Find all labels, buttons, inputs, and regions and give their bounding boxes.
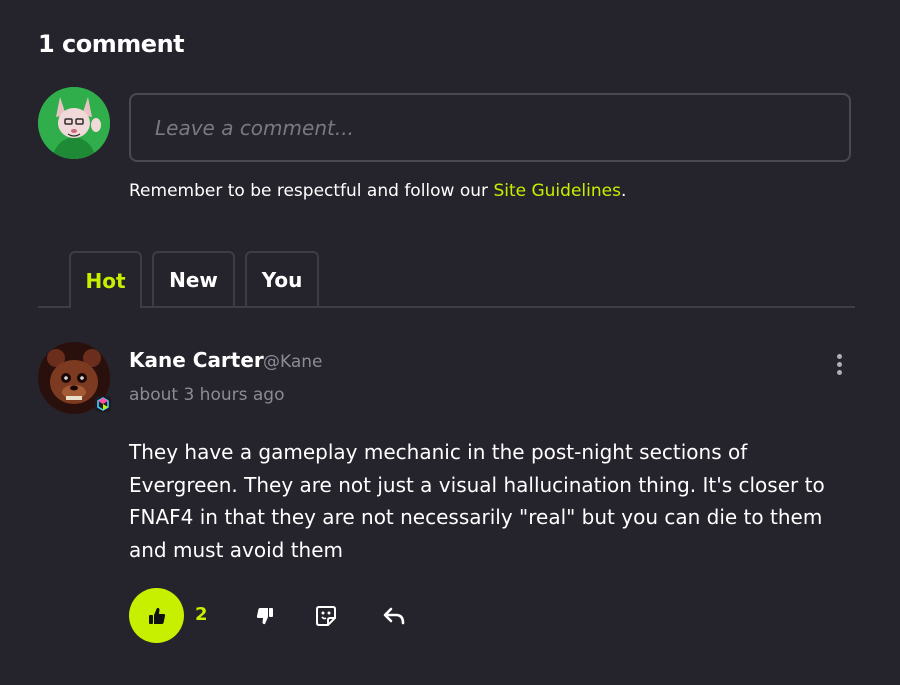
thumbs-up-icon [148,607,165,624]
tab-new[interactable]: New [152,251,235,306]
sort-tabs: Hot New You [38,251,855,308]
like-button[interactable] [129,588,184,643]
dislike-button[interactable] [250,601,280,631]
site-guidelines-link[interactable]: Site Guidelines [493,181,621,201]
sticker-button[interactable] [311,601,341,631]
guideline-prefix: Remember to be respectful and follow our [129,181,494,201]
comment-body: They have a gameplay mechanic in the pos… [129,440,825,562]
comment-timestamp: about 3 hours ago [129,385,285,405]
sticker-icon [316,606,336,626]
reply-button[interactable] [379,601,409,631]
comment-author-name[interactable]: Kane Carter [129,348,264,372]
comment-input[interactable] [129,93,851,162]
current-user-avatar[interactable] [38,87,110,159]
comment-count-heading: 1 comment [38,30,185,58]
fox-character-avatar-icon [38,87,110,159]
like-count: 2 [195,604,208,625]
tab-you[interactable]: You [245,251,319,306]
thumbs-down-icon [256,608,273,625]
more-vertical-icon[interactable] [826,350,852,378]
guideline-suffix: . [620,181,627,201]
comment-author-handle[interactable]: @Kane [263,352,323,372]
tab-hot[interactable]: Hot [69,251,142,308]
user-badge-icon [95,396,111,412]
reply-icon [383,607,405,625]
guideline-notice: Remember to be respectful and follow our… [129,181,626,201]
